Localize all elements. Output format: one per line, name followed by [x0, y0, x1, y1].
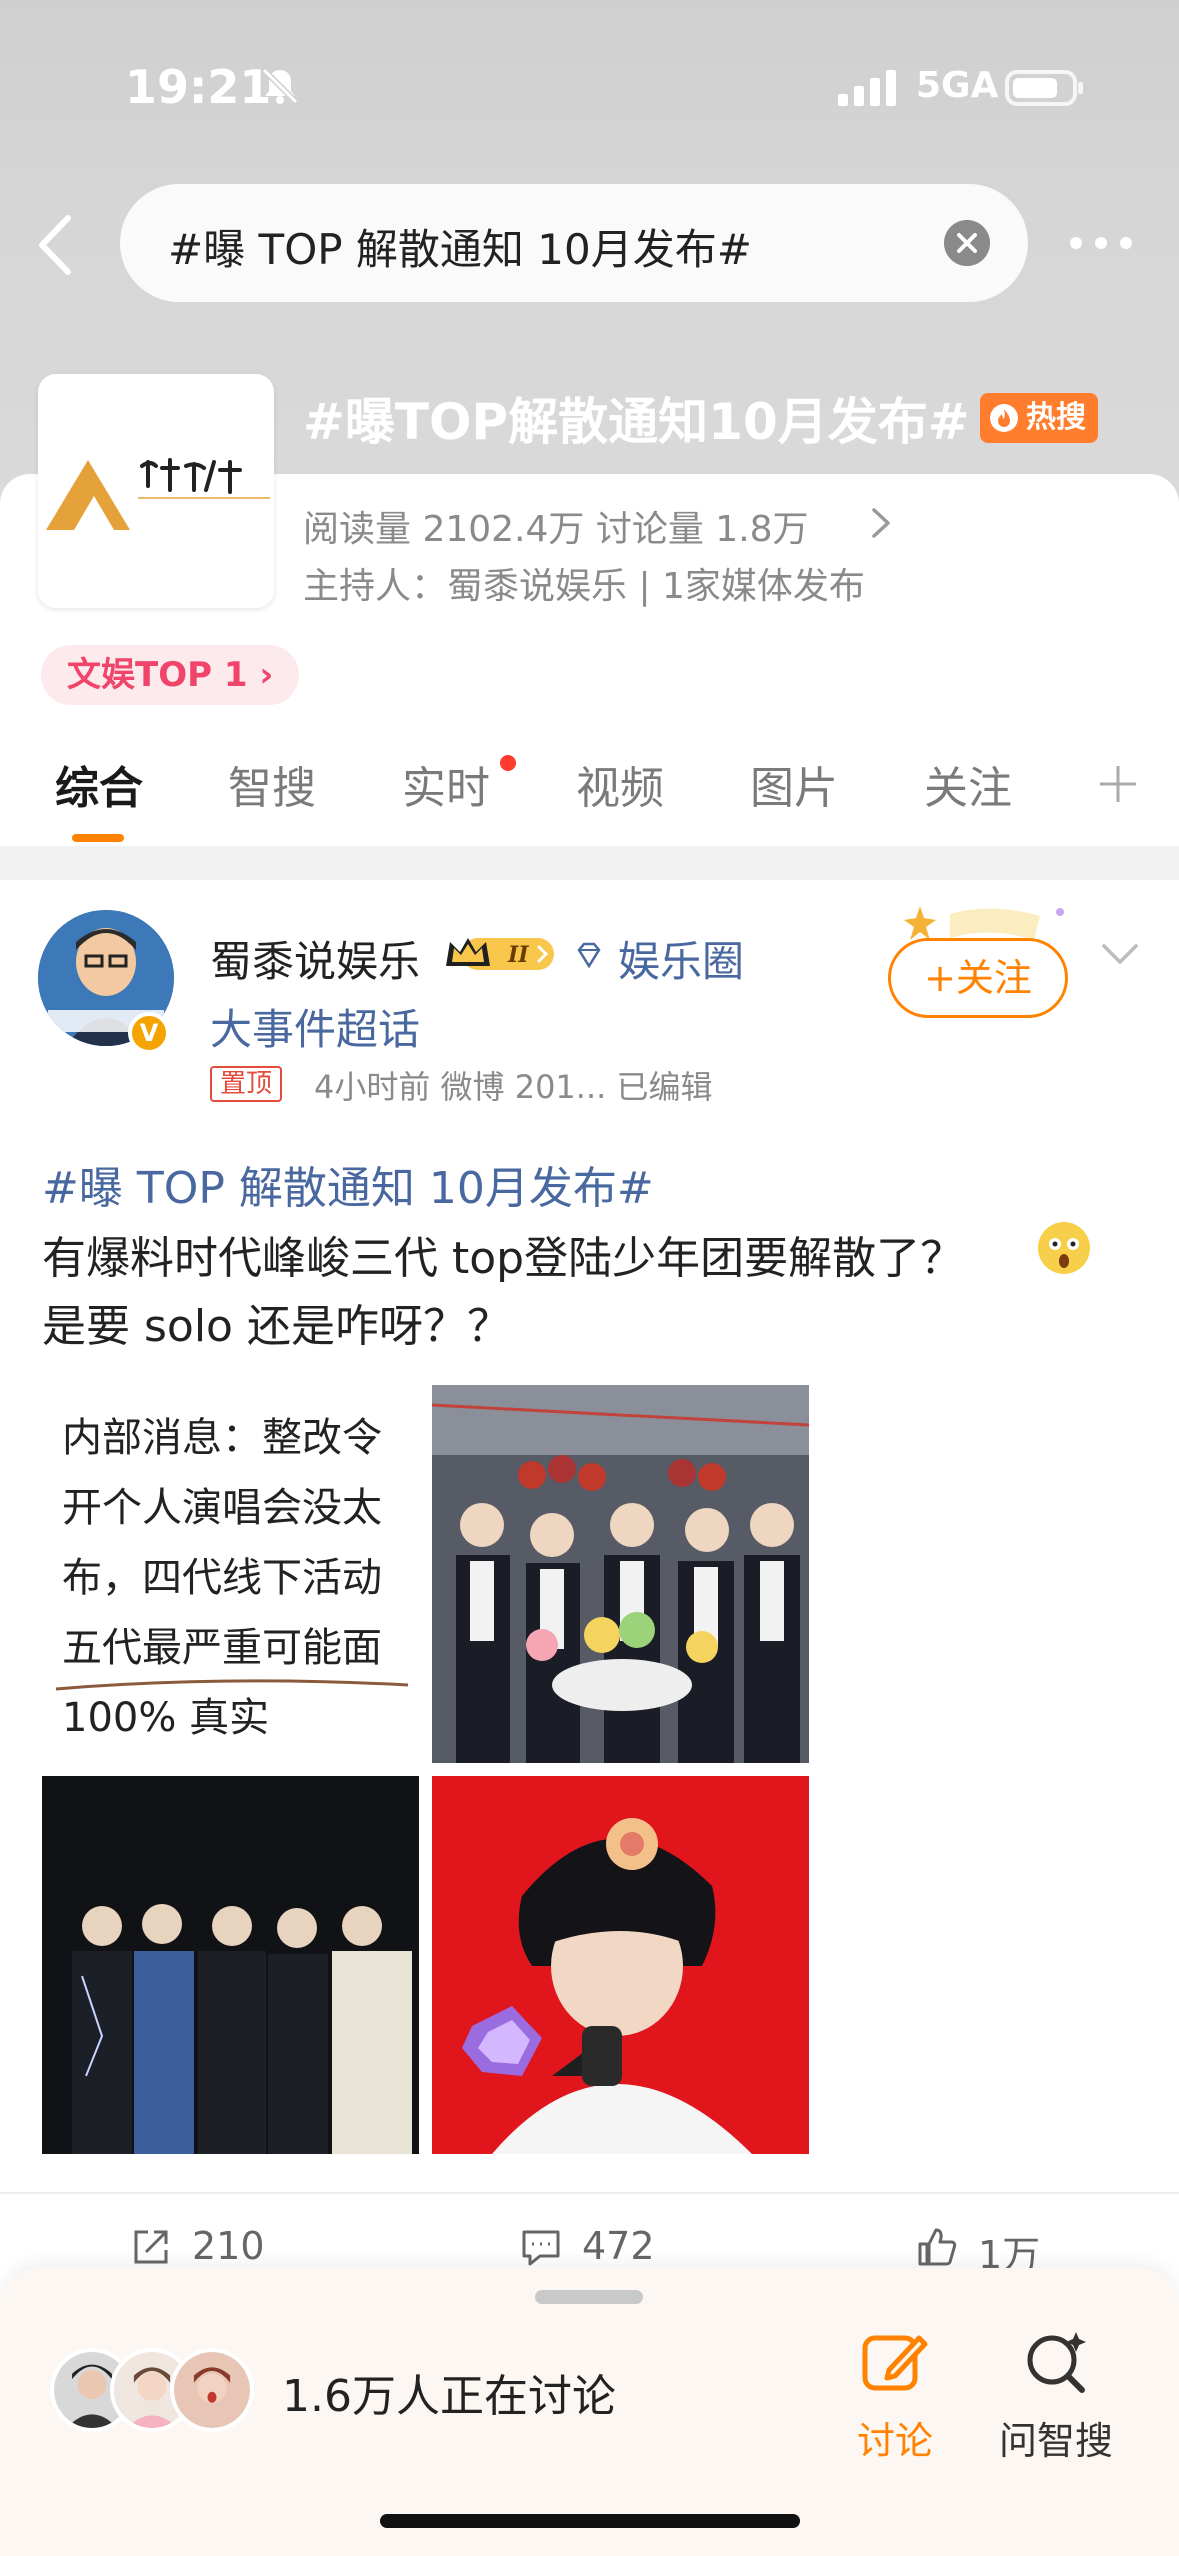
hot-search-label: 热搜	[1026, 400, 1086, 435]
back-icon[interactable]	[30, 210, 80, 280]
post-text-line: 有爆料时代峰峻三代 top登陆少年团要解散了？	[42, 1233, 965, 1284]
chevron-down-icon[interactable]	[1100, 940, 1140, 970]
add-tab-icon[interactable]	[1096, 762, 1140, 806]
tab-following[interactable]: 关注	[924, 752, 1012, 816]
post-image-group-photo[interactable]	[432, 1385, 809, 1763]
follow-button[interactable]: +关注	[888, 938, 1068, 1018]
battery-icon	[1005, 70, 1083, 106]
comment-icon	[522, 2230, 560, 2266]
supertopic-link-continued[interactable]: 大事件超话	[210, 996, 420, 1057]
topic-host[interactable]: 主持人：蜀黍说娱乐 | 1家媒体发布	[303, 557, 865, 609]
group-photo-illustration	[432, 1385, 809, 1763]
discussion-count: 1.6万人正在讨论	[282, 2371, 616, 2422]
search-input[interactable]: #曝 TOP 解散通知 10月发布#	[120, 184, 1028, 302]
search-query-text: #曝 TOP 解散通知 10月发布#	[168, 225, 752, 274]
tab-images[interactable]: 图片	[750, 752, 838, 816]
comment-count: 472	[582, 2224, 655, 2268]
tab-smart-search[interactable]: 智搜	[228, 752, 316, 816]
image-text-line: 100% 真实	[62, 1695, 270, 1741]
post-image-night-photo[interactable]	[42, 1776, 419, 2154]
clear-icon[interactable]	[944, 220, 990, 266]
pinned-tag: 置顶	[210, 1066, 283, 1102]
hot-search-badge[interactable]: 热搜	[980, 393, 1098, 443]
home-indicator[interactable]	[380, 2514, 800, 2528]
thumbs-up-icon	[918, 2228, 957, 2266]
diamond-icon	[577, 942, 601, 969]
bell-muted-icon	[261, 67, 299, 105]
chevron-right-icon[interactable]	[868, 506, 894, 540]
ai-search-icon	[1027, 2332, 1086, 2393]
tab-comprehensive[interactable]: 综合	[55, 752, 143, 816]
image-text-line: 布，四代线下活动	[62, 1555, 382, 1601]
night-group-illustration	[42, 1776, 419, 2154]
ask-smart-search-button[interactable]: 问智搜	[996, 2326, 1116, 2465]
crown-level-badge-icon[interactable]: II	[442, 930, 558, 978]
post-hashtag-link[interactable]: #曝 TOP 解散通知 10月发布#	[42, 1152, 654, 1216]
tab-realtime[interactable]: 实时	[402, 752, 490, 816]
image-text-line: 开个人演唱会没太	[62, 1485, 382, 1531]
post-text-line: 是要 solo 还是咋呀？？	[42, 1301, 511, 1352]
post-image-stage-photo[interactable]	[432, 1776, 809, 2154]
share-icon	[134, 2230, 168, 2264]
image-text-line: 内部消息：整改令	[62, 1415, 382, 1461]
tab-bar: 综合 智搜 实时 视频 图片 关注	[0, 752, 1179, 842]
status-bar: 19:21 5GA	[0, 0, 1179, 170]
topic-stats[interactable]: 阅读量 2102.4万 讨论量 1.8万	[303, 500, 809, 552]
post-image-text-screenshot[interactable]: 内部消息：整改令 开个人演唱会没太 布，四代线下活动 五代最严重可能面 100%…	[42, 1385, 419, 1763]
topic-logo	[38, 374, 274, 608]
fire-icon	[990, 404, 1018, 432]
shocked-emoji-icon	[1038, 1222, 1090, 1274]
network-type: 5GA	[916, 65, 999, 106]
post-meta: 4小时前 微博 201... 已编辑	[314, 1068, 713, 1106]
stage-singer-illustration	[432, 1776, 809, 2154]
ask-smart-search-label: 问智搜	[998, 2419, 1113, 2463]
drag-handle[interactable]	[535, 2290, 643, 2304]
discuss-button[interactable]: 讨论	[850, 2326, 940, 2465]
discuss-label: 讨论	[856, 2419, 933, 2463]
section-divider	[0, 846, 1179, 880]
tab-video[interactable]: 视频	[576, 752, 664, 816]
edit-icon	[862, 2335, 928, 2391]
status-time: 19:21	[125, 60, 272, 114]
post-author-name[interactable]: 蜀黍说娱乐	[210, 928, 420, 989]
supertopic-link[interactable]: 娱乐圈	[618, 928, 744, 989]
level-text: II	[507, 942, 529, 968]
repost-count: 210	[192, 2224, 265, 2268]
verified-badge-icon: V	[128, 1012, 170, 1054]
rank-badge[interactable]: 文娱TOP 1 ›	[41, 645, 300, 705]
brand-logo-icon	[46, 458, 270, 530]
topic-title: #曝TOP解散通知10月发布#	[303, 393, 970, 451]
more-icon[interactable]	[1066, 228, 1136, 258]
discussion-bar: 1.6万人正在讨论 讨论 问智搜	[0, 2268, 1179, 2556]
participant-avatar	[170, 2348, 254, 2432]
new-dot-indicator	[500, 755, 516, 771]
image-text-line: 五代最严重可能面	[62, 1625, 382, 1671]
active-tab-indicator	[72, 834, 124, 842]
signal-icon	[838, 70, 896, 106]
